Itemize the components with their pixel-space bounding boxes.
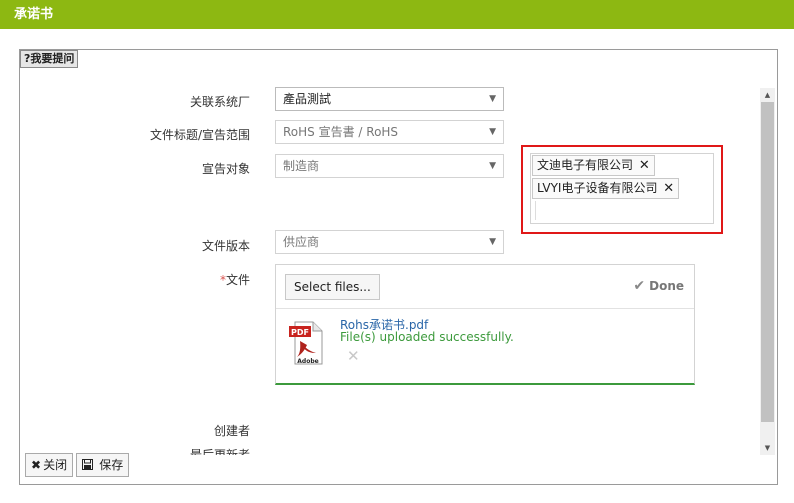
declare-target-label: 宣告对象 [201, 162, 250, 176]
company-tag: 文迪电子有限公司 ✕ [532, 155, 655, 176]
chevron-down-icon: ▼ [489, 161, 496, 171]
pdf-icon-text: PDF [291, 328, 309, 337]
close-button[interactable]: ✖ 关闭 [25, 453, 74, 477]
vendor-value: 產品測試 [283, 92, 332, 106]
company-tag-label: LVYI电子设备有限公司 [537, 181, 658, 195]
declare-target-select[interactable]: 制造商 ▼ [275, 154, 504, 178]
doc-version-value: 供应商 [283, 235, 320, 249]
pdf-icon-brand: Adobe [297, 358, 318, 365]
doc-title-value: RoHS 宣告書 / RoHS [283, 125, 399, 139]
declare-target-value: 制造商 [283, 159, 320, 173]
upload-status-text: File(s) uploaded successfully. [340, 330, 514, 344]
vendor-select[interactable]: 產品測試 ▼ [275, 87, 504, 111]
close-button-label: 关闭 [43, 458, 68, 472]
check-icon: ✔ [633, 278, 646, 294]
chevron-down-icon: ▼ [489, 237, 496, 247]
tag-input-cursor[interactable] [535, 201, 536, 220]
doc-title-label: 文件标题/宣告范围 [149, 128, 250, 142]
save-button[interactable]: 保存 [76, 453, 130, 477]
done-status: ✔ Done [633, 278, 684, 294]
doc-title-select[interactable]: RoHS 宣告書 / RoHS ▼ [275, 120, 504, 144]
doc-version-label: 文件版本 [201, 239, 250, 253]
save-button-label: 保存 [99, 458, 124, 472]
doc-version-select[interactable]: 供应商 ▼ [275, 230, 504, 254]
chevron-down-icon: ▼ [489, 94, 496, 104]
scroll-thumb[interactable] [761, 102, 774, 422]
file-label: *文件 [60, 271, 250, 288]
scroll-up-arrow-icon[interactable]: ▲ [760, 88, 775, 102]
chevron-down-icon: ▼ [489, 127, 496, 137]
window-title: 承诺书 [0, 0, 794, 29]
file-label-text: 文件 [225, 273, 250, 287]
done-label: Done [649, 279, 684, 293]
company-tag: LVYI电子设备有限公司 ✕ [532, 178, 680, 199]
vertical-scrollbar[interactable]: ▲ ▼ [760, 88, 775, 455]
remove-tag-icon[interactable]: ✕ [663, 181, 674, 196]
close-icon: ✖ [31, 458, 42, 472]
help-button[interactable]: ?我要提问 [20, 50, 79, 68]
scroll-down-arrow-icon[interactable]: ▼ [760, 441, 775, 455]
remove-file-icon[interactable]: ✕ [347, 347, 360, 365]
pdf-file-icon: PDF Adobe [289, 321, 323, 365]
save-icon [82, 458, 97, 472]
company-tag-label: 文迪电子有限公司 [537, 158, 634, 172]
remove-tag-icon[interactable]: ✕ [639, 158, 650, 173]
vendor-label: 关联系统厂 [189, 95, 250, 109]
creator-label: 创建者 [213, 424, 250, 438]
file-uploader: Select files... ✔ Done PDF Adobe Rohs承诺书.… [275, 264, 695, 385]
last-updated-label: 最后更新者 [190, 448, 251, 455]
uploader-toolbar: Select files... ✔ Done [276, 265, 694, 309]
select-files-button[interactable]: Select files... [285, 274, 380, 300]
